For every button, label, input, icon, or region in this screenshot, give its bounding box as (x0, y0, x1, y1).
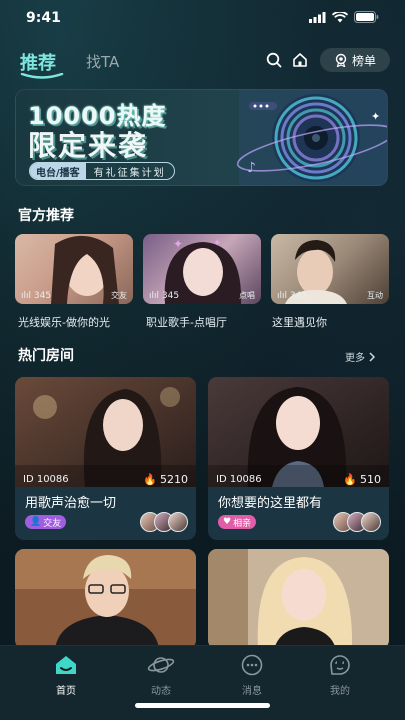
battery-icon (354, 11, 379, 23)
official-card-label-1[interactable]: 光线娱乐-做你的光 (18, 314, 110, 330)
banner-title-line2: 限定来袭 (28, 129, 149, 162)
planet-icon (147, 657, 175, 673)
nav-feed[interactable]: 动态 (131, 653, 191, 697)
home-icon (56, 656, 76, 674)
listener-count: ılıl 345 (21, 291, 52, 301)
home-indicator (135, 703, 270, 708)
search-icon[interactable] (266, 52, 282, 68)
nav-profile[interactable]: 我的 (310, 653, 370, 697)
promo-banner[interactable]: ♪ ✦ 10000热度 限定来袭 电台/播客 有礼征集计划 (15, 89, 388, 186)
room-card-4[interactable] (208, 549, 389, 649)
nav-home[interactable]: 首页 (36, 653, 96, 697)
room-id: ID 10086 (23, 474, 69, 485)
room-tag: 👤 交友 (25, 515, 67, 529)
avatar (168, 512, 188, 532)
chat-icon (241, 654, 263, 676)
room-photo (15, 549, 196, 649)
room-title: 你想要的这里都有 (218, 496, 323, 511)
signal-icon (309, 11, 326, 23)
home-icon[interactable] (292, 52, 308, 68)
profile-icon (330, 655, 350, 675)
nav-label: 动态 (151, 686, 171, 697)
nav-label: 首页 (56, 686, 76, 697)
hot-rooms-section-title: 热门房间 (18, 348, 74, 364)
official-card-3[interactable]: ılıl 345 互动 (271, 234, 389, 304)
official-card-label-3[interactable]: 这里遇见你 (272, 314, 327, 330)
official-section-title: 官方推荐 (18, 208, 74, 224)
room-heat: 🔥 5210 (143, 473, 188, 486)
status-icons (309, 11, 379, 23)
room-card-3[interactable] (15, 549, 196, 649)
room-title: 用歌声治愈一切 (25, 496, 117, 511)
tab-find[interactable]: 找TA (86, 51, 119, 72)
more-label: 更多 (345, 353, 365, 364)
official-card-2[interactable]: ✦ ✦ ılıl 345 点唱 (143, 234, 261, 304)
fire-icon: 🔥 (143, 473, 157, 486)
official-card-1[interactable]: ılıl 345 交友 (15, 234, 133, 304)
chevron-right-icon (369, 351, 376, 362)
fire-icon: 🔥 (343, 473, 357, 486)
nav-label: 我的 (330, 686, 350, 697)
room-heat: 🔥 510 (343, 473, 381, 486)
rank-label: 榜单 (351, 53, 376, 68)
banner-pill-category: 电台/播客 (30, 163, 86, 179)
member-avatars (333, 512, 381, 532)
user-icon: 👤 (30, 517, 42, 527)
svg-text:✦: ✦ (371, 110, 380, 123)
svg-text:✦: ✦ (173, 237, 183, 251)
medal-icon (335, 53, 347, 67)
card-tag: 交友 (111, 291, 127, 300)
room-card-1[interactable]: ID 10086 🔥 5210 用歌声治愈一切 👤 交友 (15, 377, 196, 540)
room-photo (208, 549, 389, 649)
banner-tagline: 电台/播客 有礼征集计划 (29, 162, 175, 180)
vinyl-record-illustration: ♪ ✦ (236, 90, 387, 185)
tab-active-indicator (20, 73, 64, 79)
room-tag: ♥ 相亲 (218, 515, 257, 529)
nav-label: 消息 (242, 686, 262, 697)
card-tag: 互动 (367, 291, 383, 300)
svg-text:♪: ♪ (247, 160, 256, 176)
wifi-icon (332, 11, 348, 22)
more-button[interactable]: 更多 (345, 349, 376, 364)
rank-button[interactable]: 榜单 (320, 48, 390, 72)
official-card-label-2[interactable]: 职业歌手-点唱厅 (146, 314, 227, 330)
svg-text:✦: ✦ (213, 238, 221, 249)
avatar (361, 512, 381, 532)
banner-pill-text: 有礼征集计划 (93, 167, 166, 179)
tab-recommend[interactable]: 推荐 (20, 49, 56, 75)
room-photo (208, 377, 389, 487)
member-avatars (140, 512, 188, 532)
listener-count: ılıl 345 (277, 291, 308, 301)
room-photo (15, 377, 196, 487)
room-id: ID 10086 (216, 474, 262, 485)
room-card-2[interactable]: ID 10086 🔥 510 你想要的这里都有 ♥ 相亲 (208, 377, 389, 540)
card-tag: 点唱 (239, 291, 255, 300)
nav-messages[interactable]: 消息 (222, 653, 282, 697)
listener-count: ılıl 345 (149, 291, 180, 301)
status-time: 9:41 (26, 10, 61, 26)
heart-icon: ♥ (223, 517, 232, 527)
